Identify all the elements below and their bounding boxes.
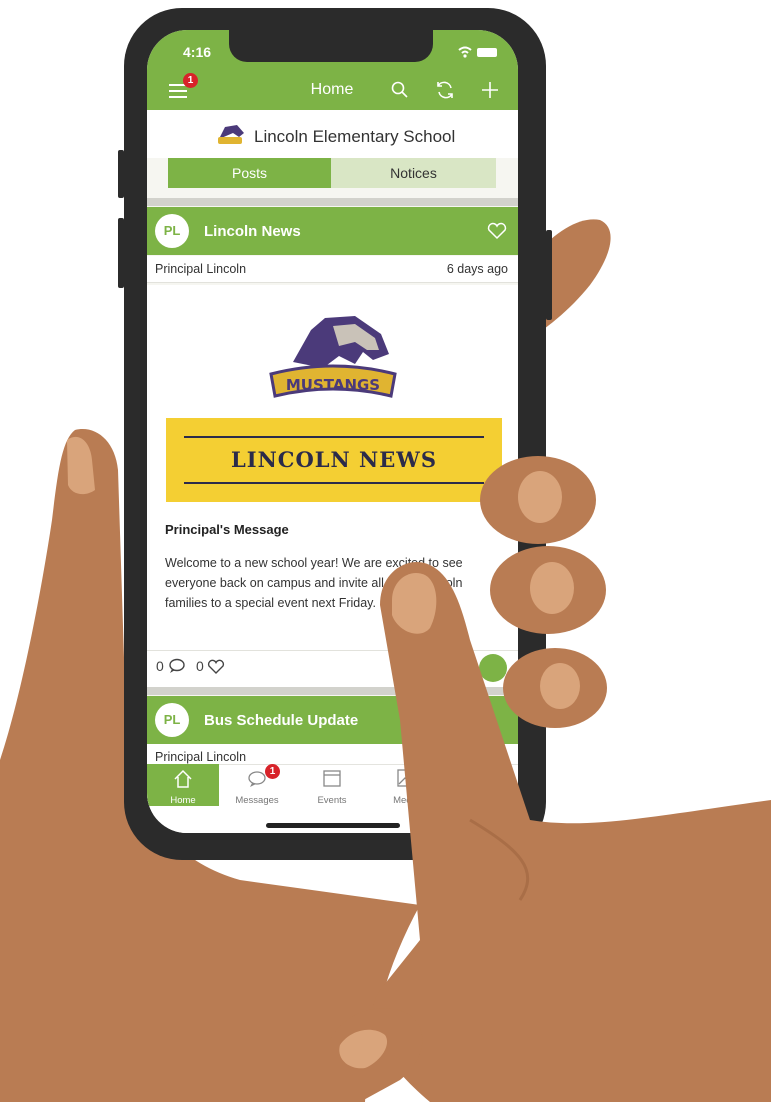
front-hand [330,456,771,1102]
